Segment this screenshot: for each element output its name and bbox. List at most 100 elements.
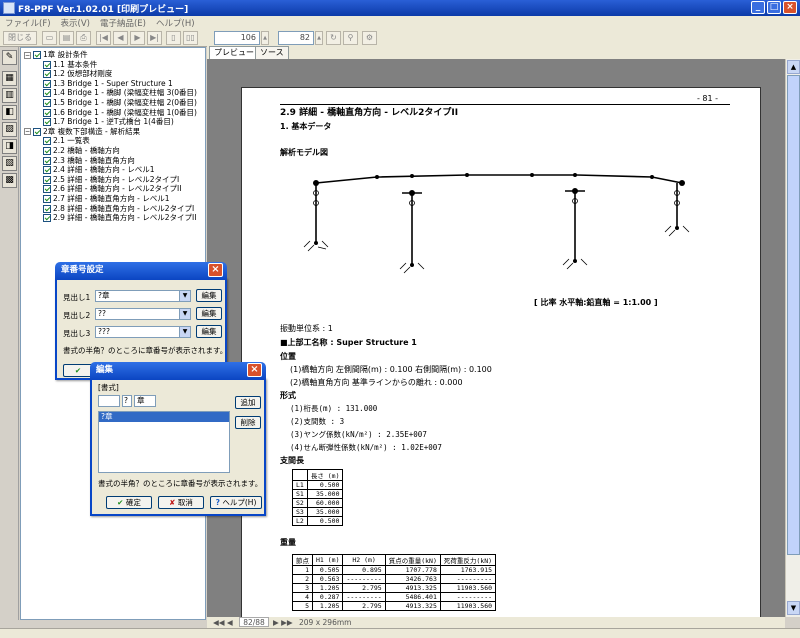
- settings-icon[interactable]: ⚙: [362, 31, 377, 45]
- maximize-button[interactable]: □: [767, 1, 781, 14]
- zoom-spin-icon[interactable]: ▲: [315, 31, 323, 45]
- heading-3-edit-button[interactable]: 編集: [196, 325, 222, 338]
- tree-item[interactable]: 2.5 詳細 - 橋軸方向 - レベル2タイプI: [43, 175, 179, 184]
- tree-item[interactable]: 1.5 Bridge 1 - 橋脚 (梁幅変柱幅 2(0番目): [43, 98, 197, 107]
- print-icon[interactable]: ⎙: [76, 31, 91, 45]
- tree-item[interactable]: 2.3 橋軸 - 橋軸直角方向: [43, 156, 135, 165]
- tree-chapter[interactable]: − 2章 複数下部構造 - 解析結果: [24, 127, 140, 136]
- heading-3-select[interactable]: ??? ▼: [95, 326, 191, 338]
- tree-item[interactable]: 1.4 Bridge 1 - 橋脚 (梁幅変柱幅 3(0番目): [43, 88, 197, 98]
- preview-area[interactable]: - 81 - 2.9 詳細 - 橋軸直角方向 - レベル2タイプII 1. 基本…: [207, 59, 785, 617]
- menu-view[interactable]: 表示(V): [56, 16, 95, 30]
- save-icon[interactable]: ▤: [59, 31, 74, 45]
- collapse-icon[interactable]: −: [24, 51, 31, 59]
- tree-item[interactable]: 2.8 詳細 - 橋軸直角方向 - レベル2タイプI: [43, 204, 194, 213]
- chevron-down-icon[interactable]: ▼: [179, 327, 190, 337]
- menu-file[interactable]: ファイル(F): [0, 16, 56, 30]
- tree-checkbox[interactable]: [43, 89, 51, 98]
- first-page-icon[interactable]: |◀: [96, 31, 111, 45]
- tree-checkbox[interactable]: [43, 60, 51, 69]
- tree-checkbox[interactable]: [43, 166, 51, 175]
- heading-1-select[interactable]: ?章 ▼: [95, 290, 191, 302]
- tree-item[interactable]: 1.1 基本条件: [43, 60, 97, 69]
- tree-item[interactable]: 1.6 Bridge 1 - 橋脚 (梁幅変柱幅 1(0番目): [43, 108, 197, 117]
- close-button[interactable]: ×: [783, 1, 797, 14]
- next-page-icon[interactable]: ▶: [130, 31, 145, 45]
- page-number-input[interactable]: 106: [214, 31, 260, 45]
- tree-checkbox[interactable]: [43, 137, 51, 146]
- tree-checkbox[interactable]: [43, 204, 51, 213]
- tree-item[interactable]: 2.2 橋軸 - 橋軸方向: [43, 146, 120, 155]
- tree-checkbox[interactable]: [43, 147, 51, 155]
- format-suffix-input[interactable]: 章: [134, 395, 156, 407]
- tool-icon-7[interactable]: ▩: [2, 173, 17, 188]
- tree-checkbox[interactable]: [43, 214, 51, 223]
- page-spin-icon[interactable]: ▲: [261, 31, 269, 45]
- scroll-down-icon[interactable]: ▼: [787, 601, 800, 615]
- chapter-dialog-close-icon[interactable]: ×: [208, 263, 223, 277]
- cancel-button[interactable]: ✘ 取消: [158, 496, 204, 509]
- heading-2-edit-button[interactable]: 編集: [196, 307, 222, 320]
- tool-icon-4[interactable]: ▨: [2, 122, 17, 137]
- scroll-thumb[interactable]: [787, 75, 800, 555]
- tool-icon-1[interactable]: ▦: [2, 71, 17, 86]
- tree-checkbox[interactable]: [43, 79, 51, 88]
- tool-icon-6[interactable]: ▧: [2, 156, 17, 171]
- collapse-icon[interactable]: −: [24, 128, 31, 136]
- tree-checkbox[interactable]: [33, 51, 41, 59]
- tree-checkbox[interactable]: [43, 99, 51, 107]
- minimize-button[interactable]: _: [751, 1, 765, 14]
- tool-icon-3[interactable]: ◧: [2, 105, 17, 120]
- nav-arrows-icon[interactable]: ◀◀ ◀: [213, 617, 233, 628]
- refresh-icon[interactable]: ↻: [326, 31, 341, 45]
- menu-electronic[interactable]: 電子納品(E): [95, 16, 151, 30]
- tree-checkbox[interactable]: [43, 108, 51, 117]
- tool-icon-2[interactable]: ▥: [2, 88, 17, 103]
- pen-icon[interactable]: ✎: [2, 50, 17, 65]
- edit-dialog-close-icon[interactable]: ×: [247, 363, 262, 377]
- heading-2-select[interactable]: ?? ▼: [95, 308, 191, 320]
- tree-item[interactable]: 2.6 詳細 - 橋軸方向 - レベル2タイプII: [43, 184, 181, 194]
- tree-checkbox[interactable]: [43, 156, 51, 165]
- format-number-input[interactable]: ?: [122, 395, 132, 407]
- tab-preview[interactable]: プレビュー: [209, 46, 259, 59]
- tree-item[interactable]: 1.3 Bridge 1 - Super Structure 1: [43, 79, 173, 88]
- two-page-icon[interactable]: ▯▯: [183, 31, 198, 45]
- help-button[interactable]: ? ヘルプ(H): [210, 496, 262, 509]
- tree-item[interactable]: 2.1 一覧表: [43, 136, 90, 146]
- nav-next-icon[interactable]: ▶ ▶▶: [273, 617, 293, 628]
- scroll-up-icon[interactable]: ▲: [787, 60, 800, 74]
- format-list-item[interactable]: ?章: [99, 412, 229, 422]
- confirm-button[interactable]: ✔ 確定: [106, 496, 152, 509]
- heading-1-edit-button[interactable]: 編集: [196, 289, 222, 302]
- tree-item[interactable]: 2.4 詳細 - 橋軸方向 - レベル1: [43, 165, 155, 175]
- tree-checkbox[interactable]: [43, 175, 51, 184]
- tree-checkbox[interactable]: [33, 127, 41, 136]
- chevron-down-icon[interactable]: ▼: [179, 291, 190, 301]
- add-button[interactable]: 追加: [235, 396, 261, 409]
- tree-checkbox[interactable]: [43, 195, 51, 203]
- tool-icon-5[interactable]: ◨: [2, 139, 17, 154]
- tree-checkbox[interactable]: [43, 70, 51, 79]
- chevron-down-icon[interactable]: ▼: [179, 309, 190, 319]
- vertical-scrollbar[interactable]: ▲ ▼: [785, 59, 800, 617]
- zoom-icon[interactable]: ⚲: [343, 31, 358, 45]
- close-preview-button[interactable]: 閉じる: [3, 31, 37, 45]
- export-icon[interactable]: ▭: [42, 31, 57, 45]
- page-view-icon[interactable]: ▯: [166, 31, 181, 45]
- zoom-input[interactable]: 82: [278, 31, 314, 45]
- tree-item[interactable]: 1.2 仮想部材剛度: [43, 69, 112, 79]
- format-prefix-input[interactable]: [98, 395, 120, 407]
- tree-item[interactable]: 2.9 詳細 - 橋軸直角方向 - レベル2タイプII: [43, 213, 196, 223]
- tree-checkbox[interactable]: [43, 185, 51, 194]
- last-page-icon[interactable]: ▶|: [147, 31, 162, 45]
- format-list[interactable]: ?章: [98, 411, 230, 473]
- tree-item[interactable]: 2.7 詳細 - 橋軸直角方向 - レベル1: [43, 194, 170, 203]
- chapter-dialog-ok-button[interactable]: ✔: [63, 364, 93, 377]
- tree-checkbox[interactable]: [43, 118, 51, 127]
- tree-item[interactable]: 1.7 Bridge 1 - 逆T式橋台 1(4番目): [43, 117, 174, 127]
- tab-source[interactable]: ソース: [255, 46, 289, 59]
- tree-chapter[interactable]: − 1章 設計条件: [24, 50, 88, 59]
- prev-page-icon[interactable]: ◀: [113, 31, 128, 45]
- delete-button[interactable]: 削除: [235, 416, 261, 429]
